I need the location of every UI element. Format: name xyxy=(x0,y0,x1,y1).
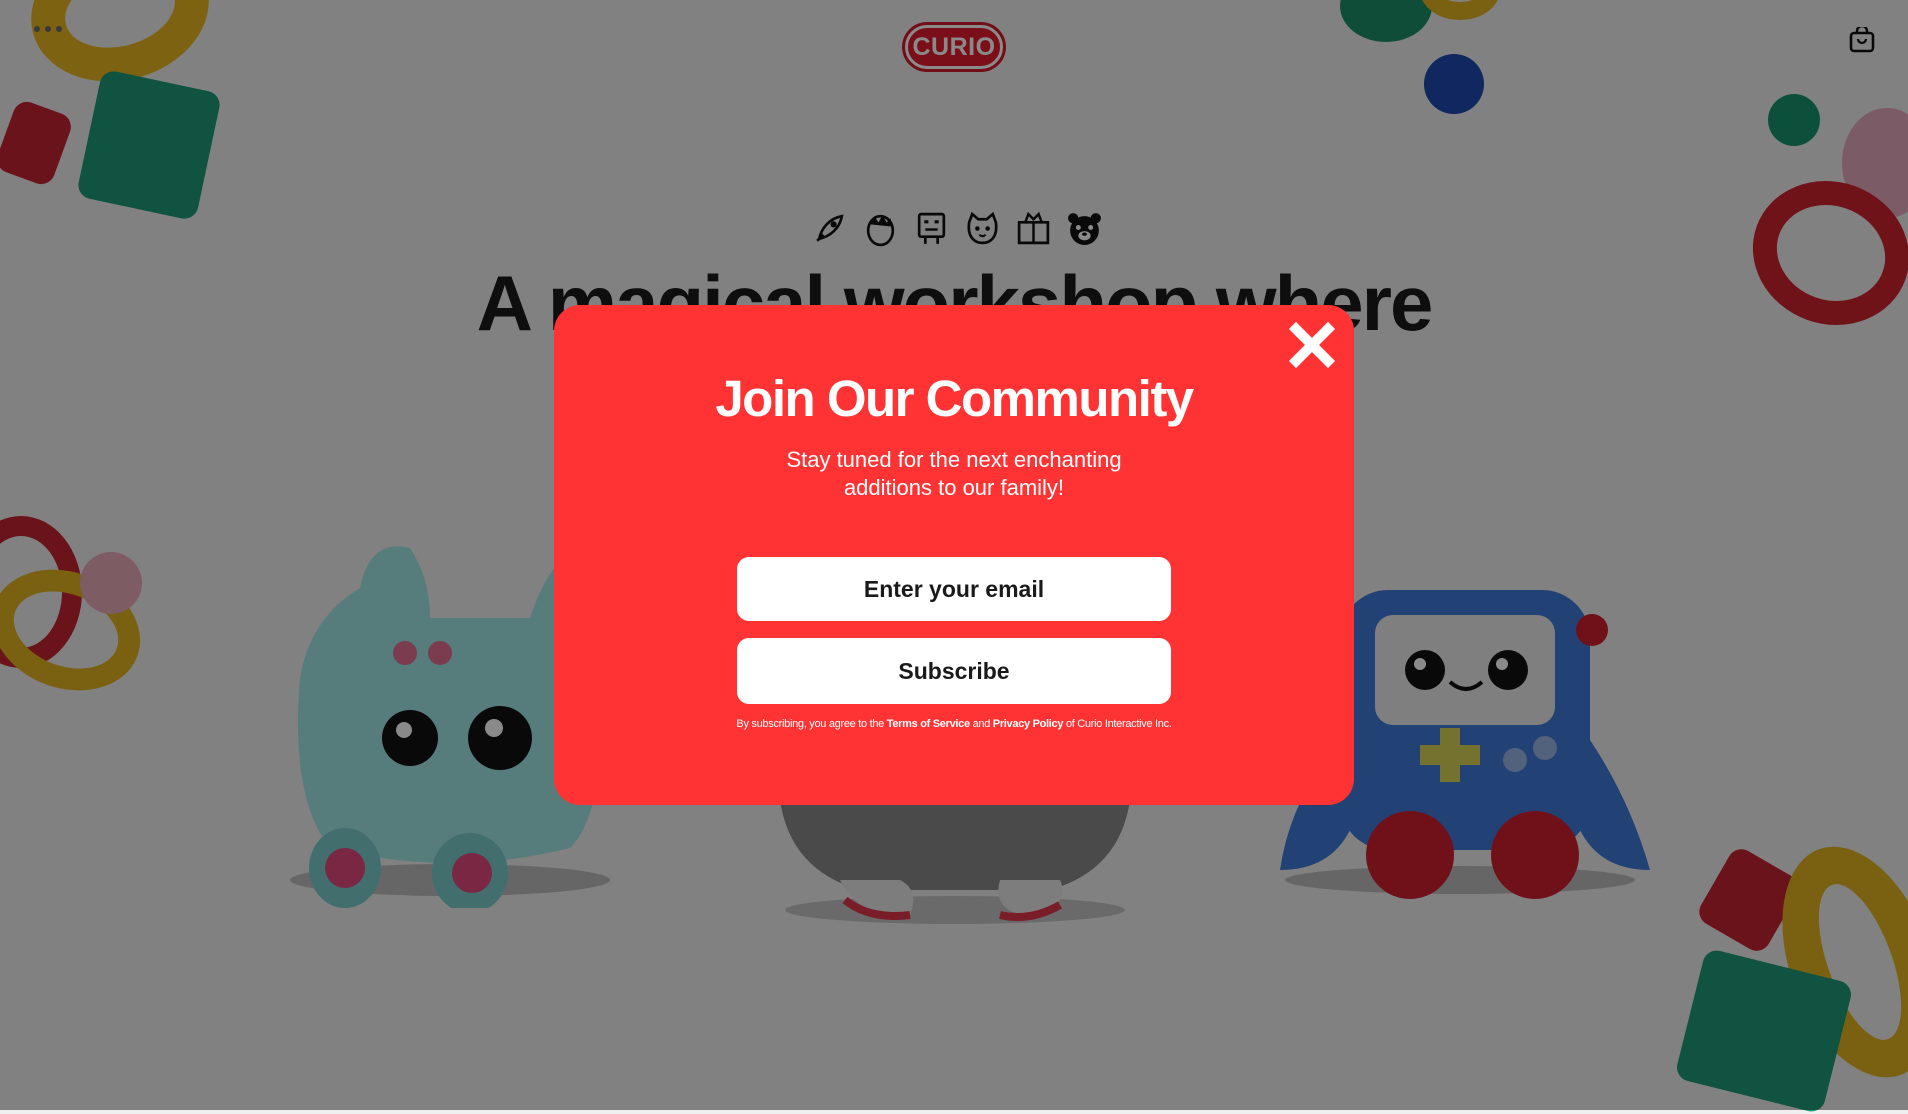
legal-disclaimer: By subscribing, you agree to the Terms o… xyxy=(654,718,1254,730)
modal-subtitle: Stay tuned for the next enchanting addit… xyxy=(786,447,1122,500)
privacy-policy-link[interactable]: Privacy Policy xyxy=(993,718,1064,730)
legal-and: and xyxy=(972,718,991,730)
close-icon[interactable] xyxy=(1288,321,1336,369)
legal-suffix: of Curio Interactive Inc. xyxy=(1065,718,1172,730)
subscribe-button[interactable]: Subscribe xyxy=(737,638,1171,704)
terms-of-service-link[interactable]: Terms of Service xyxy=(887,718,970,730)
modal-title: Join Our Community xyxy=(715,370,1194,427)
newsletter-modal: Join Our Community Stay tuned for the ne… xyxy=(554,305,1354,805)
legal-prefix: By subscribing, you agree to the xyxy=(736,718,884,730)
email-field[interactable] xyxy=(737,557,1171,621)
